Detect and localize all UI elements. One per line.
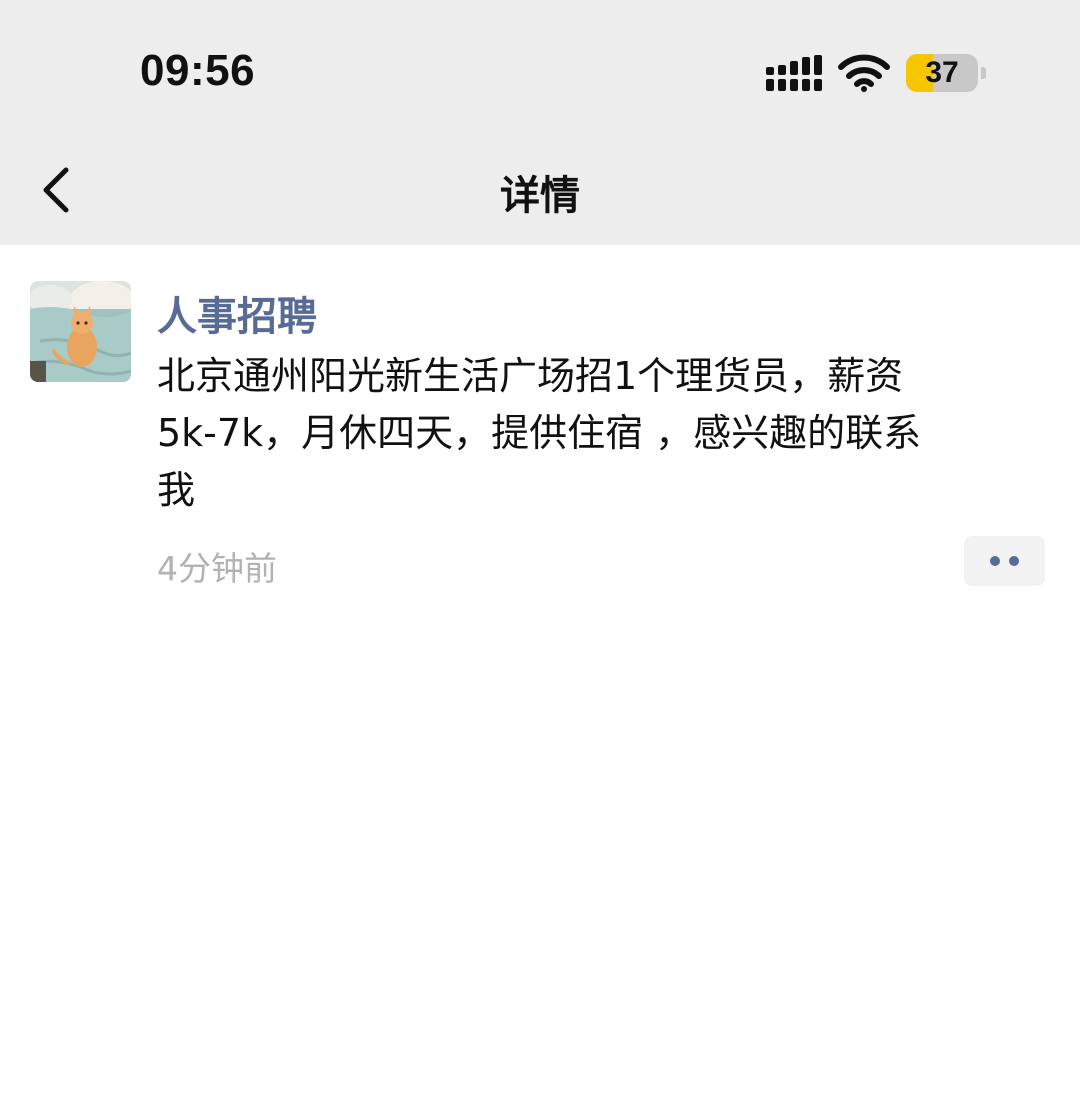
signal-icon <box>766 55 822 91</box>
more-button[interactable] <box>964 536 1045 586</box>
post-author[interactable]: 人事招聘 <box>157 284 317 342</box>
cat-avatar-image <box>30 281 131 382</box>
moments-detail-page: 09:56 37 详情 人事招聘 北京通州阳光新生活广场招1个理货员，薪资 5k… <box>0 0 1080 1113</box>
post-body-line: 北京通州阳光新生活广场招1个理货员，薪资 <box>157 354 904 398</box>
avatar[interactable] <box>30 281 131 382</box>
post-body: 北京通州阳光新生活广场招1个理货员，薪资 5k-7k，月休四天，提供住宿 ，感兴趣… <box>157 348 1037 519</box>
page-title: 详情 <box>500 173 580 219</box>
post-body-line: 我 <box>157 468 196 512</box>
battery-tip <box>981 67 986 79</box>
wifi-icon <box>838 54 890 92</box>
post-body-line: 5k-7k，月休四天，提供住宿 ，感兴趣的联系 <box>157 411 922 455</box>
battery-icon: 37 <box>906 54 988 92</box>
more-dots-icon <box>1009 556 1019 566</box>
battery-level: 37 <box>925 56 959 89</box>
post-timestamp: 4分钟前 <box>157 549 277 588</box>
status-time: 09:56 <box>140 46 256 95</box>
more-dots-icon <box>990 556 1000 566</box>
top-bar: 09:56 37 详情 <box>0 0 1080 245</box>
battery-body: 37 <box>906 54 978 92</box>
